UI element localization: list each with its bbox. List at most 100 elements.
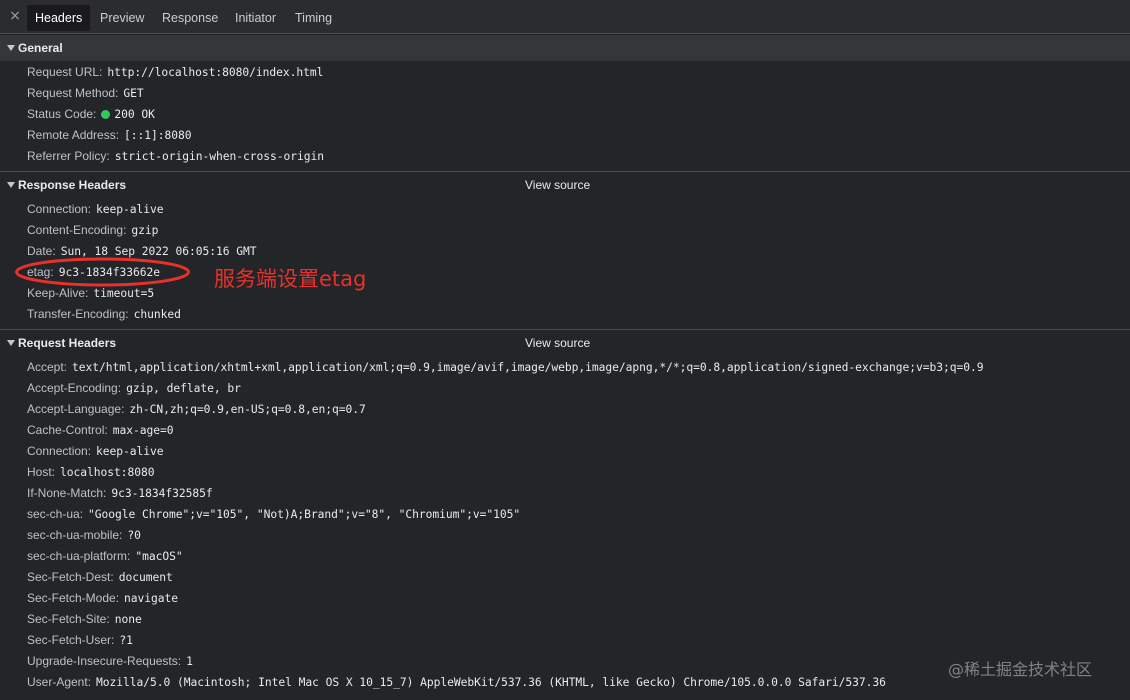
header-key: Date: (27, 244, 56, 258)
section-header-response-headers[interactable]: Response Headers View source (0, 172, 1130, 198)
header-key: Request Method: (27, 86, 119, 100)
header-row: Keep-Alive: timeout=5 (27, 285, 154, 301)
header-key: Upgrade-Insecure-Requests: (27, 654, 182, 668)
header-key: Connection: (27, 202, 92, 216)
header-row: User-Agent: Mozilla/5.0 (Macintosh; Intel… (27, 674, 886, 690)
header-row: Connection: keep-alive (27, 443, 164, 459)
header-value: Mozilla/5.0 (Macintosh; Intel Mac OS X 1… (96, 676, 886, 689)
header-value: [::1]:8080 (124, 129, 192, 142)
header-key: User-Agent: (27, 675, 92, 689)
header-value: "Google Chrome";v="105", "Not)A;Brand";v… (88, 508, 521, 521)
header-value: 9c3-1834f33662e (58, 266, 160, 279)
tab-response[interactable]: Response (154, 5, 226, 31)
header-key: Status Code: (27, 107, 97, 121)
section-title: Response Headers (18, 178, 127, 192)
header-value: document (118, 571, 173, 584)
tab-bar: × Headers Preview Response Initiator Tim… (0, 0, 1130, 34)
watermark: @稀土掘金技术社区 (948, 660, 1093, 679)
header-value: keep-alive (96, 203, 164, 216)
close-icon[interactable]: × (9, 9, 21, 23)
triangle-down-icon (7, 340, 15, 346)
header-key: Accept-Encoding: (27, 381, 122, 395)
header-row: If-None-Match: 9c3-1834f32585f (27, 485, 213, 501)
header-value: navigate (124, 592, 179, 605)
header-row: Accept-Language: zh-CN,zh;q=0.9,en-US;q=0… (27, 401, 366, 417)
header-value: timeout=5 (93, 287, 155, 300)
triangle-down-icon (7, 45, 15, 51)
header-row: Sec-Fetch-Site: none (27, 611, 142, 627)
header-value: 1 (186, 655, 193, 668)
header-key: sec-ch-ua-mobile: (27, 528, 123, 542)
header-value: 9c3-1834f32585f (111, 487, 213, 500)
header-key: Sec-Fetch-User: (27, 633, 115, 647)
header-row: sec-ch-ua-platform: "macOS" (27, 548, 183, 564)
header-row: sec-ch-ua: "Google Chrome";v="105", "Not)… (27, 506, 520, 522)
header-key: If-None-Match: (27, 486, 107, 500)
header-row: Request URL: http://localhost:8080/index.… (27, 64, 323, 80)
header-key: Accept-Language: (27, 402, 125, 416)
header-row: Sec-Fetch-Dest: document (27, 569, 173, 585)
tab-headers[interactable]: Headers (27, 5, 91, 31)
header-value: ?1 (119, 634, 133, 647)
header-row: Cache-Control: max-age=0 (27, 422, 174, 438)
header-value: localhost:8080 (60, 466, 155, 479)
view-source-link[interactable]: View source (525, 336, 590, 350)
annotation-label: 服务端设置etag (214, 267, 367, 291)
header-row: Upgrade-Insecure-Requests: 1 (27, 653, 193, 669)
header-value: keep-alive (96, 445, 164, 458)
header-key: Sec-Fetch-Mode: (27, 591, 120, 605)
section-header-general[interactable]: General (0, 35, 1130, 61)
header-key: Host: (27, 465, 56, 479)
header-row: Referrer Policy: strict-origin-when-cross… (27, 148, 324, 164)
header-value: 200 OK (114, 108, 155, 121)
view-source-link[interactable]: View source (525, 178, 590, 192)
tab-initiator[interactable]: Initiator (227, 5, 284, 31)
tab-preview[interactable]: Preview (92, 5, 152, 31)
header-key: Accept: (27, 360, 68, 374)
devtools-headers-panel: × Headers Preview Response Initiator Tim… (0, 0, 1130, 700)
header-value: gzip, deflate, br (126, 382, 241, 395)
header-key: Remote Address: (27, 128, 120, 142)
header-row: Sec-Fetch-Mode: navigate (27, 590, 178, 606)
section-header-request-headers[interactable]: Request Headers View source (0, 330, 1130, 356)
header-row: Transfer-Encoding: chunked (27, 306, 181, 322)
section-title: General (18, 41, 63, 55)
header-row: Accept: text/html,application/xhtml+xml,a… (27, 359, 984, 375)
header-value: http://localhost:8080/index.html (107, 66, 324, 79)
status-success-icon (101, 110, 111, 119)
header-value: ?0 (127, 529, 141, 542)
header-row: Content-Encoding: gzip (27, 222, 158, 238)
header-value: zh-CN,zh;q=0.9,en-US;q=0.8,en;q=0.7 (129, 403, 366, 416)
header-key: Connection: (27, 444, 92, 458)
header-row: Date: Sun, 18 Sep 2022 06:05:16 GMT (27, 243, 257, 259)
header-row: Status Code: 200 OK (27, 106, 155, 122)
header-row: Host: localhost:8080 (27, 464, 155, 480)
header-value: strict-origin-when-cross-origin (114, 150, 324, 163)
header-value: gzip (131, 224, 159, 237)
header-row: sec-ch-ua-mobile: ?0 (27, 527, 141, 543)
header-key: etag: (27, 265, 54, 279)
header-value: none (114, 613, 142, 626)
header-row: Request Method: GET (27, 85, 144, 101)
header-key: Request URL: (27, 65, 103, 79)
header-key: sec-ch-ua-platform: (27, 549, 131, 563)
header-row: Remote Address: [::1]:8080 (27, 127, 192, 143)
header-key: Cache-Control: (27, 423, 108, 437)
header-key: Sec-Fetch-Site: (27, 612, 110, 626)
triangle-down-icon (7, 182, 15, 188)
header-row: Sec-Fetch-User: ?1 (27, 632, 133, 648)
header-key: Content-Encoding: (27, 223, 127, 237)
header-key: Sec-Fetch-Dest: (27, 570, 114, 584)
header-value: text/html,application/xhtml+xml,applicat… (72, 361, 984, 374)
tab-timing[interactable]: Timing (287, 5, 340, 31)
header-value: max-age=0 (112, 424, 174, 437)
header-value: chunked (133, 308, 181, 321)
header-key: Transfer-Encoding: (27, 307, 129, 321)
header-value: GET (123, 87, 144, 100)
header-value: "macOS" (135, 550, 183, 563)
header-row: etag: 9c3-1834f33662e (27, 264, 160, 280)
header-row: Connection: keep-alive (27, 201, 164, 217)
header-key: Referrer Policy: (27, 149, 110, 163)
header-row: Accept-Encoding: gzip, deflate, br (27, 380, 241, 396)
header-key: sec-ch-ua: (27, 507, 84, 521)
